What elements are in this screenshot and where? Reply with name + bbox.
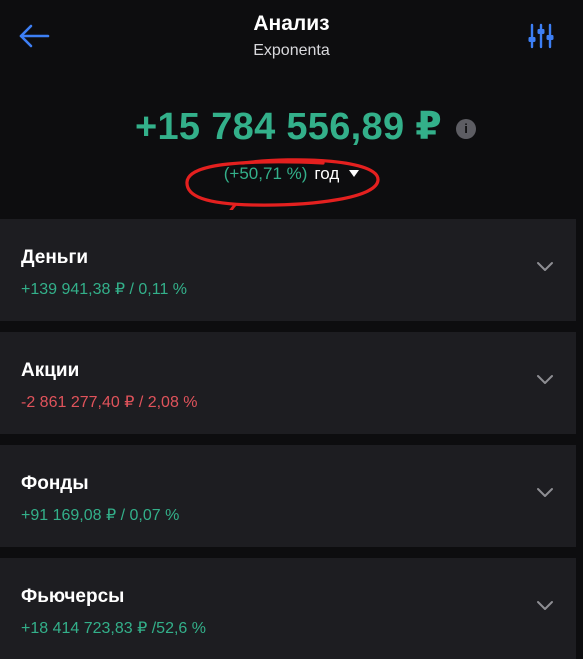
total-row: +15 784 556,89 ₽ i (0, 104, 583, 149)
filter-button[interactable] (525, 20, 557, 52)
sliders-icon (528, 23, 554, 49)
category-title: Акции (21, 360, 80, 381)
category-value: +18 414 723,83 ₽ /52,6 % (21, 620, 206, 637)
category-row-funds[interactable]: Фонды +91 169,08 ₽ / 0,07 % (0, 445, 576, 547)
page-subtitle: Exponenta (253, 42, 330, 59)
header: Анализ Exponenta +15 784 556,89 ₽ i (+50… (0, 0, 583, 218)
period-dropdown[interactable]: год (314, 164, 360, 184)
category-title: Фонды (21, 473, 89, 494)
category-value: -2 861 277,40 ₽ / 2,08 % (21, 394, 198, 411)
category-title: Деньги (21, 247, 89, 268)
chevron-down-icon (537, 262, 553, 271)
category-value: +91 169,08 ₽ / 0,07 % (21, 507, 180, 524)
period-row: (+50,71 %) год (0, 164, 583, 184)
category-value: +139 941,38 ₽ / 0,11 % (21, 281, 188, 298)
category-row-futures[interactable]: Фьючерсы +18 414 723,83 ₽ /52,6 % (0, 558, 576, 659)
period-percent: (+50,71 %) (223, 164, 308, 183)
page-title: Анализ (253, 12, 330, 35)
screen-edge (576, 218, 583, 659)
category-title: Фьючерсы (21, 586, 125, 607)
total-value: +15 784 556,89 ₽ (135, 106, 442, 148)
chevron-down-icon (537, 601, 553, 610)
chevron-down-icon (537, 375, 553, 384)
dropdown-triangle-icon (349, 169, 360, 177)
info-icon[interactable]: i (456, 118, 476, 139)
chevron-down-icon (537, 488, 553, 497)
category-row-money[interactable]: Деньги +139 941,38 ₽ / 0,11 % (0, 219, 576, 321)
period-label: год (314, 164, 340, 183)
category-row-stocks[interactable]: Акции -2 861 277,40 ₽ / 2,08 % (0, 332, 576, 434)
